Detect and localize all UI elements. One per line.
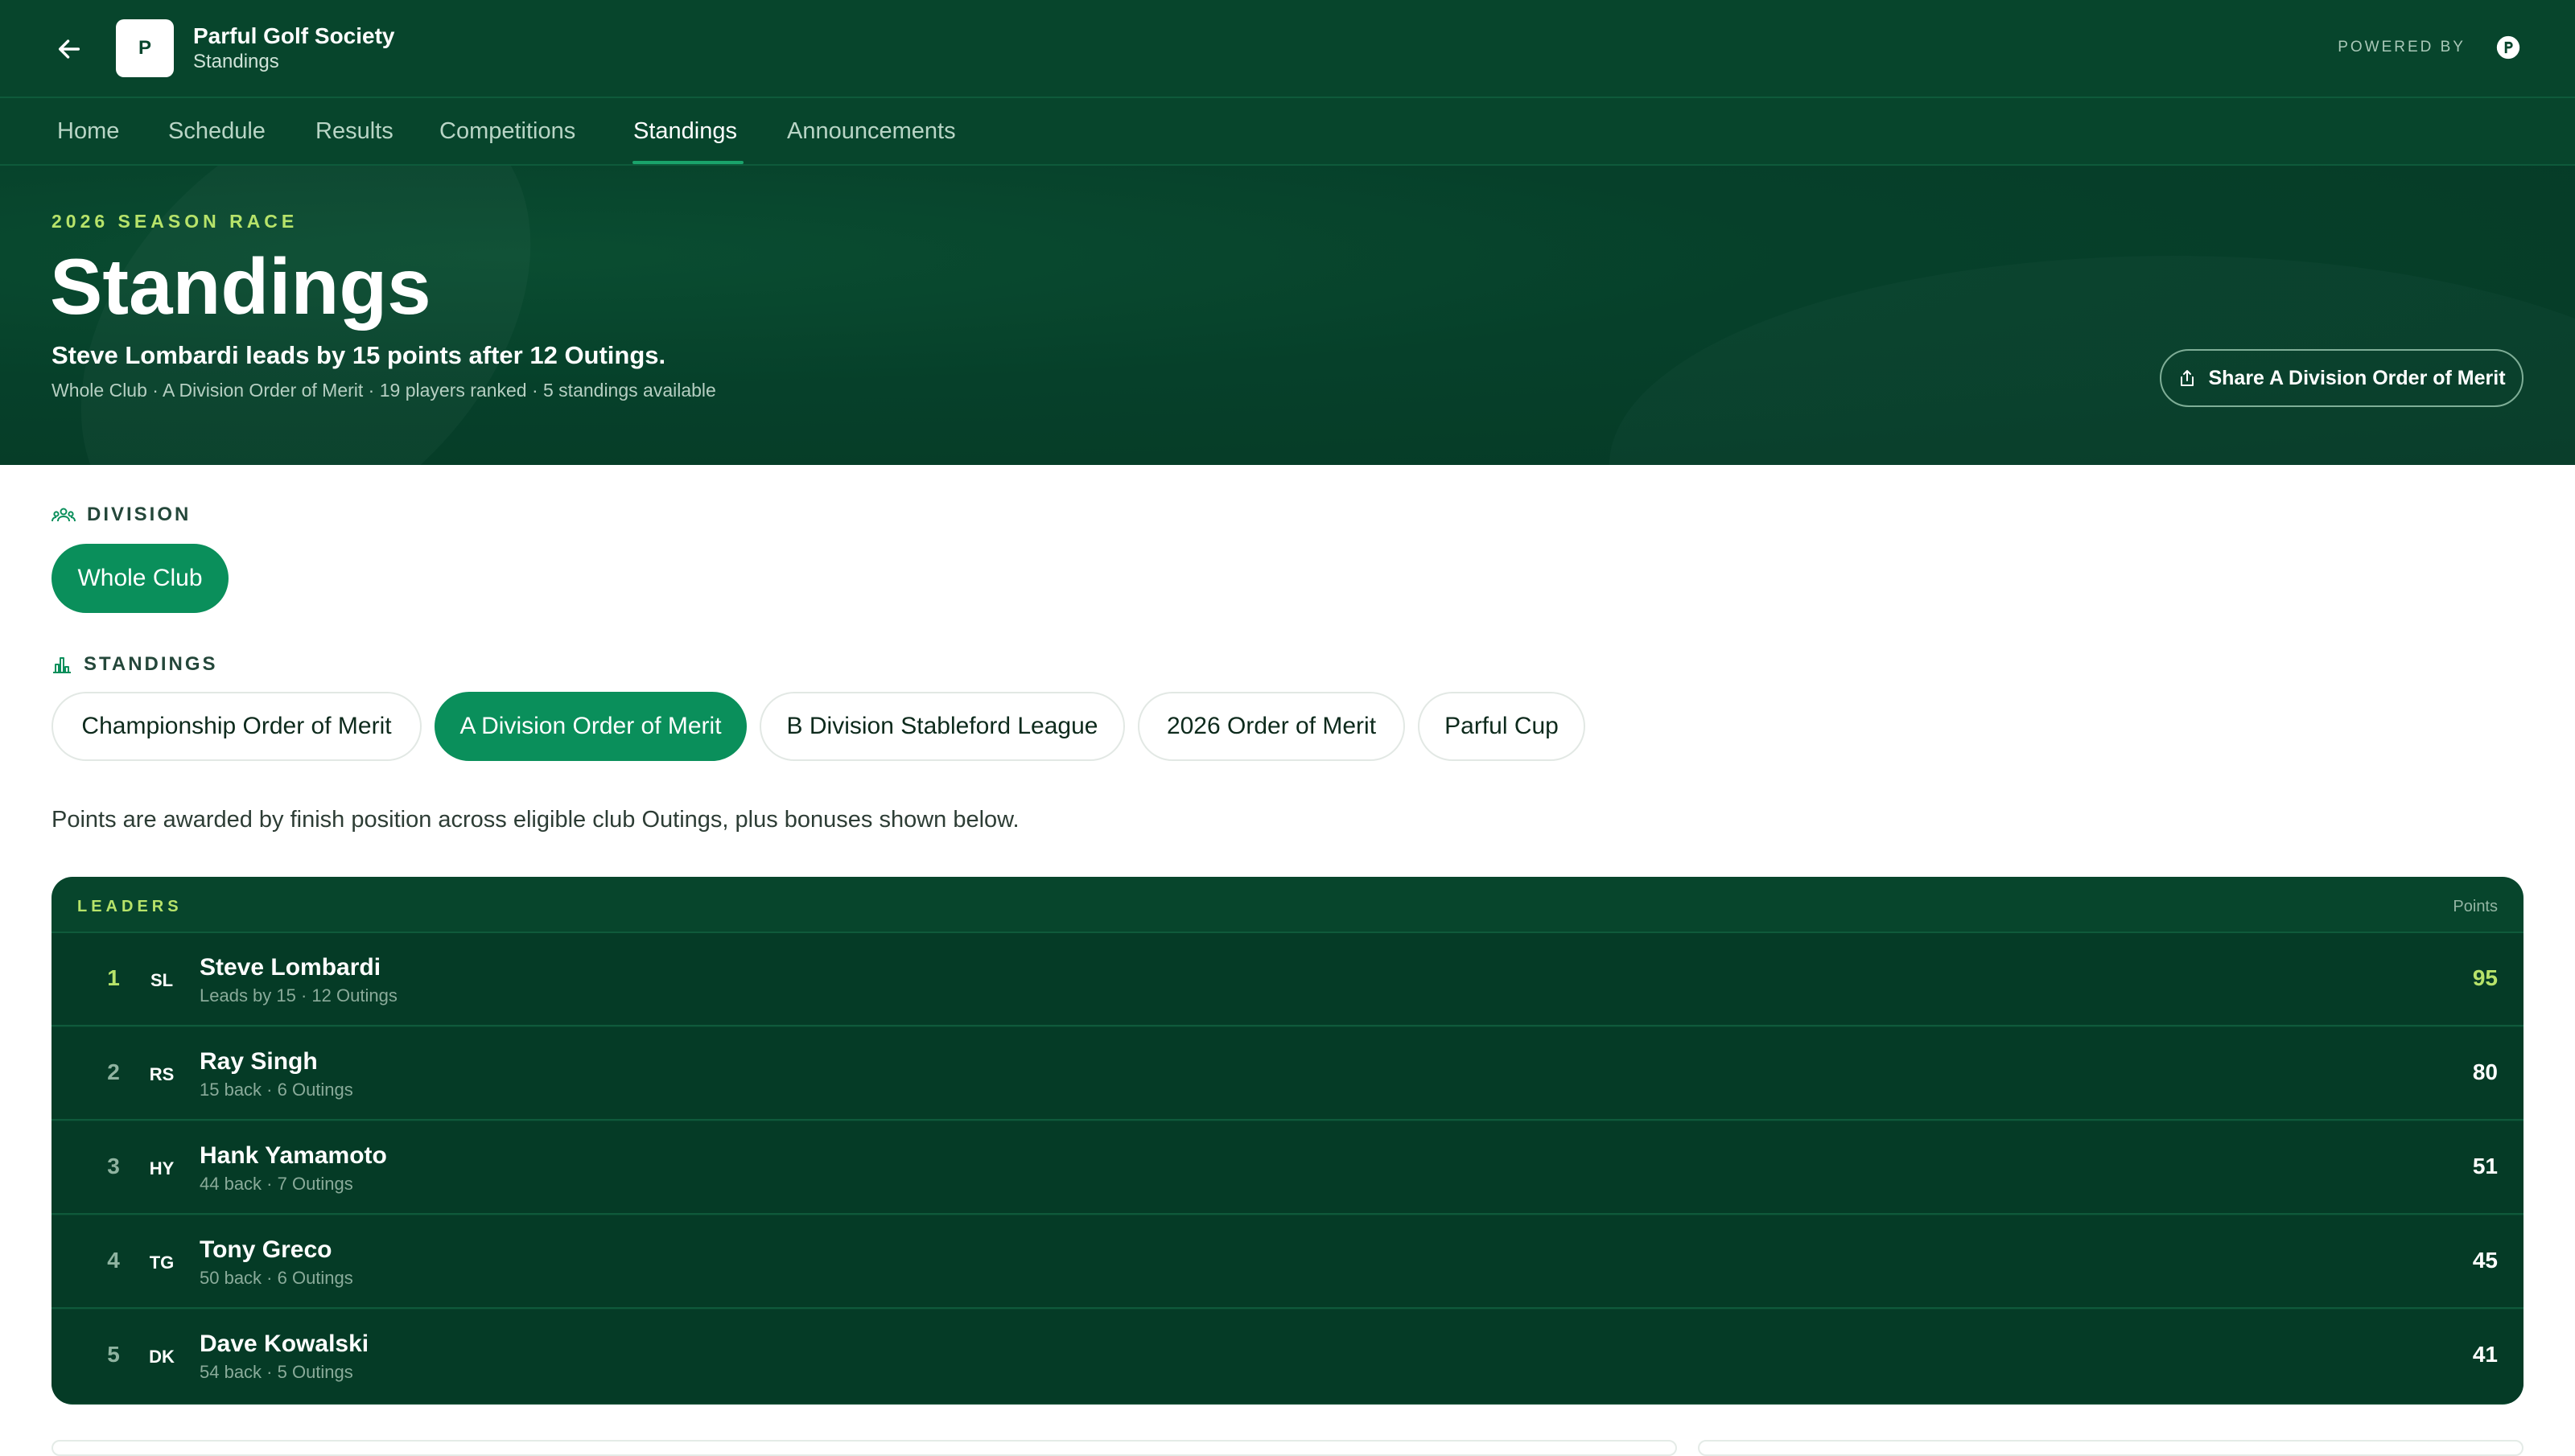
player-subtext: 50 back · 6 Outings — [200, 1268, 353, 1288]
bar-chart-icon — [53, 657, 71, 673]
player-initials: HY — [149, 1158, 175, 1178]
points-column-header: Points — [2453, 898, 2498, 915]
nav-schedule[interactable]: Schedule — [168, 116, 266, 146]
leader-row[interactable]: 2 RS Ray Singh 15 back · 6 Outings 80 — [52, 1027, 2524, 1121]
player-subtext: Leads by 15 · 12 Outings — [200, 985, 398, 1006]
leaders-header: LEADERS Points — [52, 877, 2524, 933]
player-initials: SL — [150, 970, 174, 990]
player-points: 51 — [2472, 1154, 2498, 1178]
share-button-label: Share A Division Order of Merit — [2208, 366, 2506, 389]
leader-row[interactable]: 1 SL Steve Lombardi Leads by 15 · 12 Out… — [52, 933, 2524, 1026]
hero-lead: Steve Lombardi leads by 15 points after … — [52, 341, 666, 369]
player-name: Dave Kowalski — [200, 1331, 369, 1357]
player-subtext: 15 back · 6 Outings — [200, 1080, 353, 1100]
hero-eyebrow: 2026 SEASON RACE — [52, 211, 299, 232]
standings-pill-b-division[interactable]: B Division Stableford League — [760, 692, 1125, 761]
standings-pill-2026-order[interactable]: 2026 Order of Merit — [1138, 692, 1405, 761]
nav-home[interactable]: Home — [57, 116, 119, 146]
back-button[interactable] — [50, 32, 89, 66]
logo-letter: P — [138, 37, 151, 59]
main-nav: Home Schedule Results Competitions Stand… — [0, 98, 2575, 166]
hero-banner: 2026 SEASON RACE Standings Steve Lombard… — [0, 166, 2575, 465]
standings-section-label: STANDINGS — [52, 653, 218, 676]
leader-row[interactable]: 3 HY Hank Yamamoto 44 back · 7 Outings 5… — [52, 1121, 2524, 1215]
standings-pill-championship[interactable]: Championship Order of Merit — [52, 692, 422, 761]
points-note: Points are awarded by finish position ac… — [52, 807, 1020, 833]
player-points: 45 — [2472, 1248, 2498, 1273]
top-bar: P Parful Golf Society Standings POWERED … — [0, 0, 2575, 98]
division-pill-whole-club[interactable]: Whole Club — [52, 544, 229, 613]
nav-active-indicator — [632, 161, 744, 164]
next-card-edge — [52, 1440, 1677, 1456]
player-name: Hank Yamamoto — [200, 1142, 387, 1169]
rank: 4 — [107, 1248, 120, 1273]
player-initials: TG — [149, 1252, 175, 1273]
powered-by-label: POWERED BY — [2338, 39, 2466, 56]
brand-logo-icon[interactable] — [2495, 34, 2522, 61]
nav-standings[interactable]: Standings — [633, 116, 737, 146]
standings-pill-parful-cup[interactable]: Parful Cup — [1418, 692, 1585, 761]
rank: 5 — [107, 1342, 120, 1367]
standings-pill-a-division[interactable]: A Division Order of Merit — [435, 692, 747, 761]
share-button[interactable]: Share A Division Order of Merit — [2160, 349, 2524, 407]
org-name: Parful Golf Society — [193, 23, 395, 48]
nav-results[interactable]: Results — [315, 116, 393, 146]
player-points: 80 — [2472, 1059, 2498, 1084]
people-icon — [52, 508, 76, 522]
arrow-left-icon — [58, 39, 80, 59]
nav-announcements[interactable]: Announcements — [787, 116, 956, 146]
hero-meta: Whole Club · A Division Order of Merit ·… — [52, 380, 716, 401]
player-points: 41 — [2472, 1342, 2498, 1367]
page-title: Standings — [50, 242, 431, 331]
org-subtitle: Standings — [193, 51, 279, 72]
player-name: Ray Singh — [200, 1048, 318, 1075]
division-section-label: DIVISION — [52, 504, 191, 526]
leader-row[interactable]: 5 DK Dave Kowalski 54 back · 5 Outings 4… — [52, 1310, 2524, 1403]
leaders-title: LEADERS — [77, 898, 183, 915]
player-name: Tony Greco — [200, 1236, 332, 1263]
next-card-edge-2 — [1698, 1440, 2524, 1456]
nav-competitions[interactable]: Competitions — [439, 116, 575, 146]
player-subtext: 54 back · 5 Outings — [200, 1362, 353, 1382]
standings-label: STANDINGS — [84, 653, 218, 675]
rank: 3 — [107, 1154, 120, 1178]
player-initials: RS — [149, 1064, 175, 1084]
player-initials: DK — [149, 1347, 175, 1367]
org-info: Parful Golf Society Standings — [193, 23, 395, 74]
player-name: Steve Lombardi — [200, 954, 381, 981]
player-points: 95 — [2472, 965, 2498, 990]
player-subtext: 44 back · 7 Outings — [200, 1174, 353, 1194]
leader-row[interactable]: 4 TG Tony Greco 50 back · 6 Outings 45 — [52, 1215, 2524, 1309]
rank: 2 — [107, 1059, 120, 1084]
rank: 1 — [107, 965, 120, 990]
division-label: DIVISION — [87, 504, 192, 525]
leaders-card: LEADERS Points 1 SL Steve Lombardi Leads… — [52, 877, 2524, 1405]
share-icon — [2181, 370, 2194, 386]
org-logo[interactable]: P — [116, 19, 174, 77]
